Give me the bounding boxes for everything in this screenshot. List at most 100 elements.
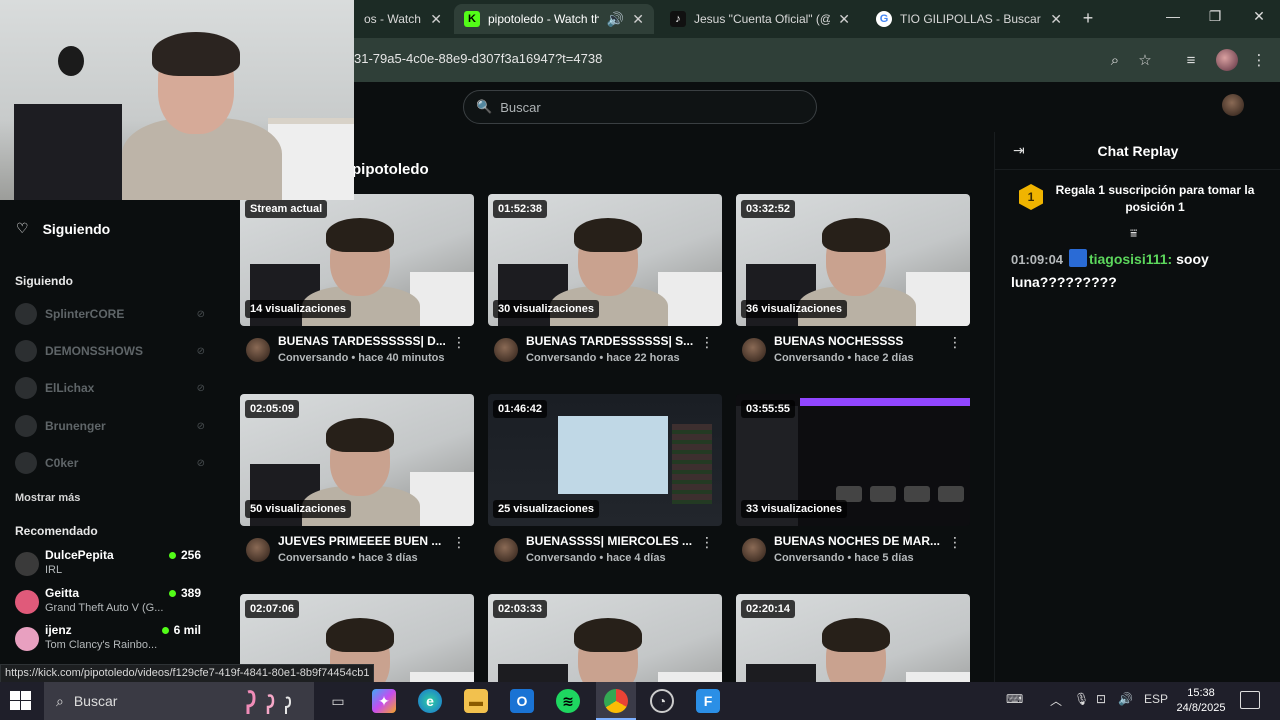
profile-avatar[interactable]	[1216, 49, 1238, 71]
channel-title: pipotoledo	[352, 161, 429, 178]
sidebar-channel[interactable]: Brunenger ⊘	[15, 414, 205, 438]
edge-icon[interactable]: e	[418, 689, 442, 713]
copilot-icon[interactable]: ✦	[372, 689, 396, 713]
channel-avatar[interactable]	[246, 338, 270, 362]
video-card[interactable]: 01:46:42 25 visualizaciones BUENASSSS| MIE…	[488, 394, 722, 580]
restore-button[interactable]: ❐	[1200, 8, 1230, 25]
zoom-icon[interactable]: ⌕	[1104, 49, 1126, 71]
avatar	[15, 627, 39, 651]
more-options-icon[interactable]: ⋮	[948, 534, 962, 551]
sidebar-channel[interactable]: SplinterCORE ⊘	[15, 302, 205, 326]
sidebar-section-following: Siguiendo	[15, 274, 73, 288]
close-window-button[interactable]: ✕	[1244, 8, 1274, 25]
more-options-icon[interactable]: ⋮	[452, 334, 466, 351]
video-subtitle: Conversando • hace 4 días	[526, 552, 666, 564]
chat-message: 01:09:04 tiagosisi111: sooy luna????????…	[1011, 249, 1209, 290]
video-card[interactable]: Stream actual 14 visualizaciones BUENAS TA…	[240, 194, 474, 380]
video-title[interactable]: BUENAS TARDESSSSSS| S...	[526, 334, 696, 348]
user-avatar[interactable]	[1222, 94, 1244, 116]
windows-start-icon[interactable]	[10, 691, 32, 711]
channel-avatar[interactable]	[246, 538, 270, 562]
expand-icon[interactable]: ⩸	[1130, 226, 1137, 241]
thumb-person-hair	[822, 218, 890, 252]
video-card[interactable]: 03:55:55 33 visualizaciones BUENAS NOCHES …	[736, 394, 970, 580]
video-title[interactable]: BUENASSSS| MIERCOLES ...	[526, 534, 696, 548]
channel-avatar[interactable]	[742, 338, 766, 362]
video-card[interactable]: 03:32:52 36 visualizaciones BUENAS NOCHESS…	[736, 194, 970, 380]
tab-pipotoledo[interactable]: K pipotoledo - Watch the 🔊 ✕	[454, 4, 654, 34]
tab-title: pipotoledo - Watch the	[488, 12, 599, 26]
taskbar-search[interactable]: ⌕ Buscar	[44, 682, 314, 720]
video-card[interactable]: 02:05:09 50 visualizaciones JUEVES PRIMEEE…	[240, 394, 474, 580]
video-thumbnail[interactable]: 01:52:38 30 visualizaciones	[488, 194, 722, 326]
video-meta: BUENAS NOCHES DE MAR... Conversando • hac…	[736, 534, 970, 580]
channel-avatar[interactable]	[494, 338, 518, 362]
microphone-icon[interactable]: 🎙	[1074, 692, 1089, 706]
video-thumbnail[interactable]: 02:05:09 50 visualizaciones	[240, 394, 474, 526]
volume-icon[interactable]: 🔊	[1118, 692, 1133, 706]
app-f-icon[interactable]: F	[696, 689, 720, 713]
speedometer-icon[interactable]: ◔	[650, 689, 674, 713]
close-icon[interactable]: ✕	[632, 11, 644, 28]
media-control-icon[interactable]: ≡	[1180, 49, 1202, 71]
more-options-icon[interactable]: ⋮	[700, 534, 714, 551]
sidebar-channel[interactable]: ElLichax ⊘	[15, 376, 205, 400]
close-icon[interactable]: ✕	[430, 11, 442, 28]
taskbar-clock[interactable]: 15:38 24/8/2025	[1170, 686, 1232, 716]
video-card[interactable]: 01:52:38 30 visualizaciones BUENAS TARDESS…	[488, 194, 722, 380]
recommended-channel[interactable]: DulcePepita IRL 256	[15, 548, 205, 582]
outlook-icon[interactable]: O	[510, 689, 534, 713]
spotify-icon[interactable]: ≋	[556, 689, 580, 713]
chrome-icon[interactable]	[604, 689, 628, 713]
chat-username[interactable]: tiagosisi111	[1089, 251, 1168, 267]
channel-avatar[interactable]	[742, 538, 766, 562]
chevron-up-icon[interactable]: ︿	[1050, 692, 1062, 709]
new-tab-button[interactable]: +	[1078, 8, 1098, 29]
menu-dots-icon[interactable]: ⋮	[1248, 49, 1270, 71]
pinned-gift-banner[interactable]: 1 Regala 1 suscripción para tomar la pos…	[995, 178, 1280, 232]
video-thumbnail[interactable]: 03:55:55 33 visualizaciones	[736, 394, 970, 526]
status-url: https://kick.com/pipotoledo/videos/f129c…	[0, 664, 375, 684]
more-options-icon[interactable]: ⋮	[700, 334, 714, 351]
network-icon[interactable]: ⊡	[1096, 692, 1106, 706]
more-options-icon[interactable]: ⋮	[948, 334, 962, 351]
video-title[interactable]: BUENAS NOCHES DE MAR...	[774, 534, 944, 548]
video-thumbnail[interactable]: Stream actual 14 visualizaciones	[240, 194, 474, 326]
show-more-link[interactable]: Mostrar más	[15, 492, 80, 504]
video-views: 14 visualizaciones	[245, 300, 351, 318]
sidebar-channel[interactable]: C0ker ⊘	[15, 451, 205, 475]
tab-tiktok[interactable]: ♪ Jesus "Cuenta Oficial" (@jes ✕	[660, 4, 860, 34]
video-views: 33 visualizaciones	[741, 500, 847, 518]
star-icon[interactable]: ☆	[1134, 49, 1156, 71]
more-options-icon[interactable]: ⋮	[452, 534, 466, 551]
minimize-button[interactable]: —	[1158, 8, 1188, 24]
search-input[interactable]: 🔍 Buscar	[463, 90, 817, 124]
video-title[interactable]: BUENAS NOCHESSSS	[774, 334, 944, 348]
message-timestamp: 01:09:04	[1011, 252, 1064, 267]
language-indicator[interactable]: ESP	[1144, 692, 1168, 706]
close-icon[interactable]: ✕	[1050, 11, 1062, 28]
channel-name: C0ker	[45, 456, 79, 470]
video-duration: 02:07:06	[245, 600, 300, 618]
tab-google[interactable]: G TIO GILIPOLLAS - Buscar con ✕	[866, 4, 1072, 34]
video-duration: 03:32:52	[741, 200, 796, 218]
speaker-icon[interactable]: 🔊	[607, 11, 624, 28]
sidebar-following-link[interactable]: ♡ Siguiendo	[16, 220, 110, 237]
video-thumbnail[interactable]: 01:46:42 25 visualizaciones	[488, 394, 722, 526]
close-icon[interactable]: ✕	[838, 11, 850, 28]
file-explorer-icon[interactable]: ▬	[464, 689, 488, 713]
task-view-icon[interactable]: ▭	[326, 689, 350, 713]
tab-watch-other[interactable]: os - Watch C ✕	[354, 4, 452, 34]
thumb-screen-chat	[672, 424, 712, 504]
video-title[interactable]: JUEVES PRIMEEEE BUEN ...	[278, 534, 448, 548]
keyboard-icon[interactable]: ⌨	[1006, 692, 1023, 706]
url-text[interactable]: 31-79a5-4c0e-88e9-d307f3a16947?t=4738	[354, 51, 602, 66]
video-thumbnail[interactable]: 03:32:52 36 visualizaciones	[736, 194, 970, 326]
video-duration: 03:55:55	[741, 400, 796, 418]
channel-avatar[interactable]	[494, 538, 518, 562]
recommended-channel[interactable]: Geitta Grand Theft Auto V (G... 389	[15, 586, 205, 620]
recommended-channel[interactable]: ijenz Tom Clancy's Rainbo... 6 mil	[15, 623, 205, 657]
notifications-icon[interactable]	[1240, 691, 1260, 709]
video-title[interactable]: BUENAS TARDESSSSSS| D...	[278, 334, 448, 348]
sidebar-channel[interactable]: DEMONSSHOWS ⊘	[15, 339, 205, 363]
